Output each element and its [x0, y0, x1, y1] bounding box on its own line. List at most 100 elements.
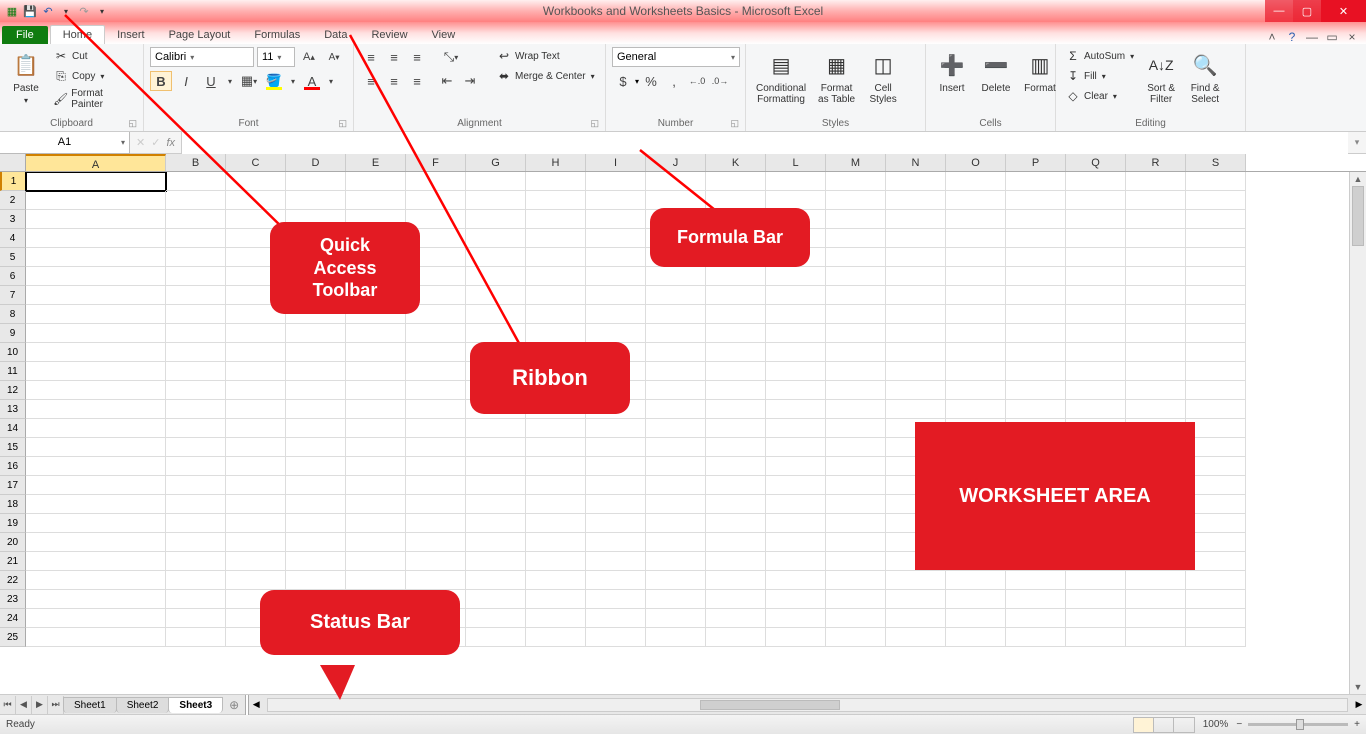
cell-K7[interactable] [706, 286, 766, 305]
cell-H8[interactable] [526, 305, 586, 324]
increase-decimal-button[interactable]: ←.0 [686, 71, 708, 91]
cell-G14[interactable] [466, 419, 526, 438]
row-header-20[interactable]: 20 [0, 533, 26, 552]
cell-P12[interactable] [1006, 381, 1066, 400]
cell-O3[interactable] [946, 210, 1006, 229]
sort-filter-button[interactable]: A↓ZSort & Filter [1141, 47, 1181, 107]
cell-H3[interactable] [526, 210, 586, 229]
cell-M13[interactable] [826, 400, 886, 419]
tab-page-layout[interactable]: Page Layout [157, 26, 243, 44]
cell-F2[interactable] [406, 191, 466, 210]
cell-M9[interactable] [826, 324, 886, 343]
cell-P4[interactable] [1006, 229, 1066, 248]
cell-B21[interactable] [166, 552, 226, 571]
cell-S19[interactable] [1186, 514, 1246, 533]
cell-R4[interactable] [1126, 229, 1186, 248]
cell-H24[interactable] [526, 609, 586, 628]
column-header-P[interactable]: P [1006, 154, 1066, 171]
cell-O10[interactable] [946, 343, 1006, 362]
cell-K22[interactable] [706, 571, 766, 590]
cell-A8[interactable] [26, 305, 166, 324]
cell-B20[interactable] [166, 533, 226, 552]
cell-M4[interactable] [826, 229, 886, 248]
cell-E13[interactable] [346, 400, 406, 419]
cell-N9[interactable] [886, 324, 946, 343]
cell-M7[interactable] [826, 286, 886, 305]
mdi-close-icon[interactable]: × [1344, 30, 1360, 44]
customize-qat-icon[interactable]: ▾ [94, 3, 110, 19]
cell-B13[interactable] [166, 400, 226, 419]
mdi-minimize-icon[interactable]: — [1304, 30, 1320, 44]
cell-L16[interactable] [766, 457, 826, 476]
cell-G6[interactable] [466, 267, 526, 286]
cell-O8[interactable] [946, 305, 1006, 324]
cell-A14[interactable] [26, 419, 166, 438]
cell-D2[interactable] [286, 191, 346, 210]
cell-E2[interactable] [346, 191, 406, 210]
cell-R25[interactable] [1126, 628, 1186, 647]
cell-S12[interactable] [1186, 381, 1246, 400]
cell-L13[interactable] [766, 400, 826, 419]
cell-A10[interactable] [26, 343, 166, 362]
cell-J22[interactable] [646, 571, 706, 590]
cell-K1[interactable] [706, 172, 766, 191]
cell-N8[interactable] [886, 305, 946, 324]
cell-I1[interactable] [586, 172, 646, 191]
find-select-button[interactable]: 🔍Find & Select [1185, 47, 1225, 107]
font-color-dropdown-icon[interactable]: ▾ [326, 71, 336, 91]
cell-K6[interactable] [706, 267, 766, 286]
cell-P25[interactable] [1006, 628, 1066, 647]
cell-L9[interactable] [766, 324, 826, 343]
cell-C9[interactable] [226, 324, 286, 343]
cell-J16[interactable] [646, 457, 706, 476]
cell-R13[interactable] [1126, 400, 1186, 419]
cell-A17[interactable] [26, 476, 166, 495]
cell-Q13[interactable] [1066, 400, 1126, 419]
cell-I19[interactable] [586, 514, 646, 533]
currency-button[interactable]: $ [612, 71, 634, 91]
cell-H22[interactable] [526, 571, 586, 590]
cell-S8[interactable] [1186, 305, 1246, 324]
align-bottom-button[interactable]: ≡ [406, 47, 428, 67]
merge-center-button[interactable]: ⬌Merge & Center▾ [493, 67, 598, 85]
cell-B11[interactable] [166, 362, 226, 381]
cell-J23[interactable] [646, 590, 706, 609]
tab-home[interactable]: Home [50, 25, 105, 44]
cell-E1[interactable] [346, 172, 406, 191]
cell-S16[interactable] [1186, 457, 1246, 476]
new-sheet-button[interactable]: ⊕ [223, 698, 245, 712]
cell-S4[interactable] [1186, 229, 1246, 248]
cell-D20[interactable] [286, 533, 346, 552]
cell-P13[interactable] [1006, 400, 1066, 419]
font-name-combo[interactable]: Calibri▾ [150, 47, 254, 67]
row-header-4[interactable]: 4 [0, 229, 26, 248]
cell-S2[interactable] [1186, 191, 1246, 210]
cell-F13[interactable] [406, 400, 466, 419]
cell-O25[interactable] [946, 628, 1006, 647]
cell-A25[interactable] [26, 628, 166, 647]
cell-K23[interactable] [706, 590, 766, 609]
row-header-1[interactable]: 1 [0, 172, 26, 191]
row-header-18[interactable]: 18 [0, 495, 26, 514]
cell-Q3[interactable] [1066, 210, 1126, 229]
cell-B22[interactable] [166, 571, 226, 590]
cell-F16[interactable] [406, 457, 466, 476]
cell-B7[interactable] [166, 286, 226, 305]
column-header-B[interactable]: B [166, 154, 226, 171]
tab-review[interactable]: Review [359, 26, 419, 44]
cell-I21[interactable] [586, 552, 646, 571]
cell-N3[interactable] [886, 210, 946, 229]
sheet-nav-prev[interactable]: ◀ [16, 696, 32, 714]
cell-L7[interactable] [766, 286, 826, 305]
cell-Q23[interactable] [1066, 590, 1126, 609]
cell-A21[interactable] [26, 552, 166, 571]
cell-Q11[interactable] [1066, 362, 1126, 381]
align-center-button[interactable]: ≡ [383, 71, 405, 91]
fx-icon[interactable]: fx [166, 137, 175, 149]
cell-J7[interactable] [646, 286, 706, 305]
cell-F11[interactable] [406, 362, 466, 381]
hscroll-thumb[interactable] [700, 700, 840, 710]
cell-G1[interactable] [466, 172, 526, 191]
cell-G23[interactable] [466, 590, 526, 609]
cell-I9[interactable] [586, 324, 646, 343]
